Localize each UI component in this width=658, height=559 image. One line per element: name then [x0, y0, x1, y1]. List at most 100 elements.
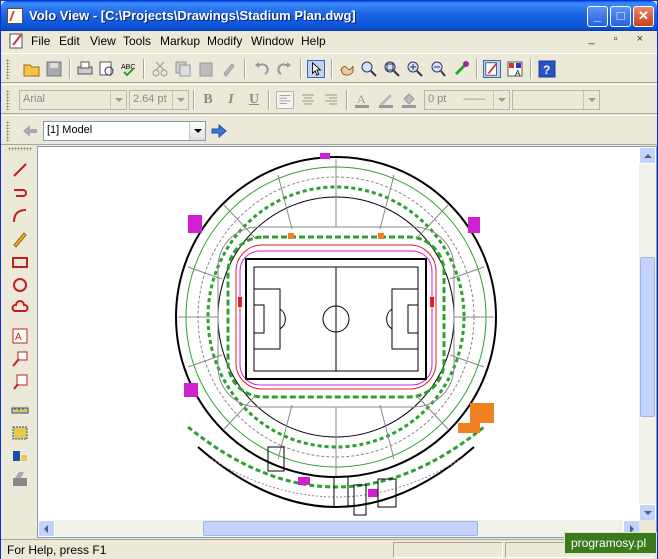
status-help-text: For Help, press F1 — [7, 543, 107, 557]
highlight-icon[interactable] — [11, 470, 29, 488]
markup-properties-icon[interactable]: A — [506, 60, 524, 78]
measure-distance-icon[interactable] — [11, 401, 29, 419]
chevron-down-icon[interactable] — [172, 91, 188, 109]
line-weight-select[interactable]: 0 pt —— — [424, 90, 510, 110]
title-bar[interactable]: Volo View - [C:\Projects\Drawings\Stadiu… — [1, 1, 657, 31]
scroll-up-button[interactable] — [639, 147, 656, 164]
orbit-icon[interactable] — [452, 60, 470, 78]
vertical-scrollbar[interactable] — [639, 147, 656, 521]
measure-area-icon[interactable] — [11, 424, 29, 442]
markup-polyline-icon[interactable] — [11, 184, 29, 202]
menu-modify[interactable]: Modify — [207, 34, 242, 48]
bold-button[interactable]: B — [199, 91, 217, 109]
toolbar-grip[interactable] — [6, 59, 10, 79]
align-center-icon[interactable] — [299, 91, 317, 109]
pan-icon[interactable] — [338, 60, 356, 78]
horizontal-scrollbar[interactable] — [38, 520, 640, 537]
save-icon[interactable] — [45, 60, 63, 78]
menu-view[interactable]: View — [90, 34, 116, 48]
redo-icon[interactable] — [276, 60, 294, 78]
layout-toolbar: [1] Model — [1, 115, 657, 145]
toolbar-separator — [69, 59, 71, 79]
markup-callout-icon[interactable] — [11, 373, 29, 391]
fill-color-icon[interactable] — [400, 91, 418, 109]
font-family-value: Arial — [23, 93, 46, 105]
app-icon[interactable] — [7, 8, 23, 24]
drawing-canvas[interactable] — [37, 146, 657, 538]
font-size-select[interactable]: 2.64 pt — [129, 90, 189, 110]
toolbar-grip[interactable] — [6, 121, 10, 141]
markup-rectangle-icon[interactable] — [11, 253, 29, 271]
text-color-icon[interactable]: A — [353, 91, 371, 109]
next-layout-icon[interactable] — [210, 122, 228, 140]
document-icon[interactable] — [9, 33, 25, 49]
close-button[interactable]: ✕ — [633, 6, 654, 27]
stadium-plan-drawing[interactable] — [38, 147, 640, 521]
underline-button[interactable]: U — [245, 91, 263, 109]
line-color-icon[interactable] — [377, 91, 395, 109]
markup-cloud-icon[interactable] — [11, 299, 29, 317]
line-type-value: —— — [463, 93, 486, 105]
copy-icon[interactable] — [174, 60, 192, 78]
zoom-window-icon[interactable] — [383, 60, 401, 78]
zoom-previous-icon[interactable] — [429, 60, 447, 78]
spell-check-icon[interactable]: ABC — [120, 60, 138, 78]
markup-arc-icon[interactable] — [11, 207, 29, 225]
toolbar-grip[interactable] — [6, 90, 10, 110]
window-title: Volo View - [C:\Projects\Drawings\Stadiu… — [29, 8, 356, 23]
align-left-icon[interactable] — [276, 91, 294, 109]
chevron-down-icon[interactable] — [110, 91, 126, 109]
format-painter-icon[interactable] — [220, 60, 238, 78]
cut-icon[interactable] — [151, 60, 169, 78]
status-pane — [393, 542, 503, 558]
print-preview-icon[interactable] — [98, 60, 116, 78]
measure-cumulative-icon[interactable] — [11, 447, 29, 465]
markup-leader-icon[interactable] — [11, 350, 29, 368]
menu-help[interactable]: Help — [301, 34, 326, 48]
watermark-badge: programosy.pl — [564, 532, 657, 554]
menu-window[interactable]: Window — [251, 34, 294, 48]
toolbar-separator — [268, 90, 270, 110]
chevron-down-icon[interactable] — [493, 91, 509, 109]
svg-text:A: A — [515, 69, 521, 78]
markup-line-icon[interactable] — [11, 161, 29, 179]
help-icon[interactable]: ? — [538, 60, 556, 78]
maximize-button[interactable]: □ — [610, 6, 631, 27]
align-right-icon[interactable] — [322, 91, 340, 109]
markup-text-icon[interactable]: A — [11, 327, 29, 345]
undo-icon[interactable] — [252, 60, 270, 78]
toolbar-separator — [193, 90, 195, 110]
minimize-button[interactable]: _ — [587, 6, 608, 27]
toolbar-separator — [300, 59, 302, 79]
paste-icon[interactable] — [197, 60, 215, 78]
chevron-down-icon[interactable] — [583, 91, 599, 109]
menu-file[interactable]: File — [31, 34, 50, 48]
chevron-down-icon[interactable] — [189, 122, 205, 140]
font-family-select[interactable]: Arial — [19, 90, 127, 110]
markup-sketch-icon[interactable] — [11, 230, 29, 248]
menu-edit[interactable]: Edit — [59, 34, 80, 48]
open-icon[interactable] — [23, 60, 41, 78]
scroll-left-button[interactable] — [38, 520, 55, 537]
markup-palette: A — [5, 147, 35, 497]
mdi-window-buttons[interactable]: _ ▫ × — [588, 33, 651, 45]
palette-grip[interactable] — [8, 147, 32, 151]
menu-markup[interactable]: Markup — [160, 34, 200, 48]
italic-button[interactable]: I — [222, 91, 240, 109]
scroll-down-button[interactable] — [639, 504, 656, 521]
layout-select[interactable]: [1] Model — [43, 121, 206, 141]
vertical-scroll-thumb[interactable] — [640, 257, 655, 417]
horizontal-scroll-thumb[interactable] — [203, 521, 478, 536]
svg-text:A: A — [15, 332, 22, 343]
markup-color-select[interactable] — [512, 90, 600, 110]
zoom-extents-icon[interactable] — [406, 60, 424, 78]
previous-layout-icon[interactable] — [21, 122, 39, 140]
zoom-icon[interactable] — [360, 60, 378, 78]
markup-edit-icon[interactable] — [483, 60, 501, 78]
select-pointer-icon[interactable] — [307, 60, 325, 78]
markup-circle-icon[interactable] — [11, 276, 29, 294]
svg-text:?: ? — [543, 63, 550, 77]
toolbar-separator — [143, 59, 145, 79]
print-icon[interactable] — [76, 60, 94, 78]
menu-tools[interactable]: Tools — [123, 34, 151, 48]
